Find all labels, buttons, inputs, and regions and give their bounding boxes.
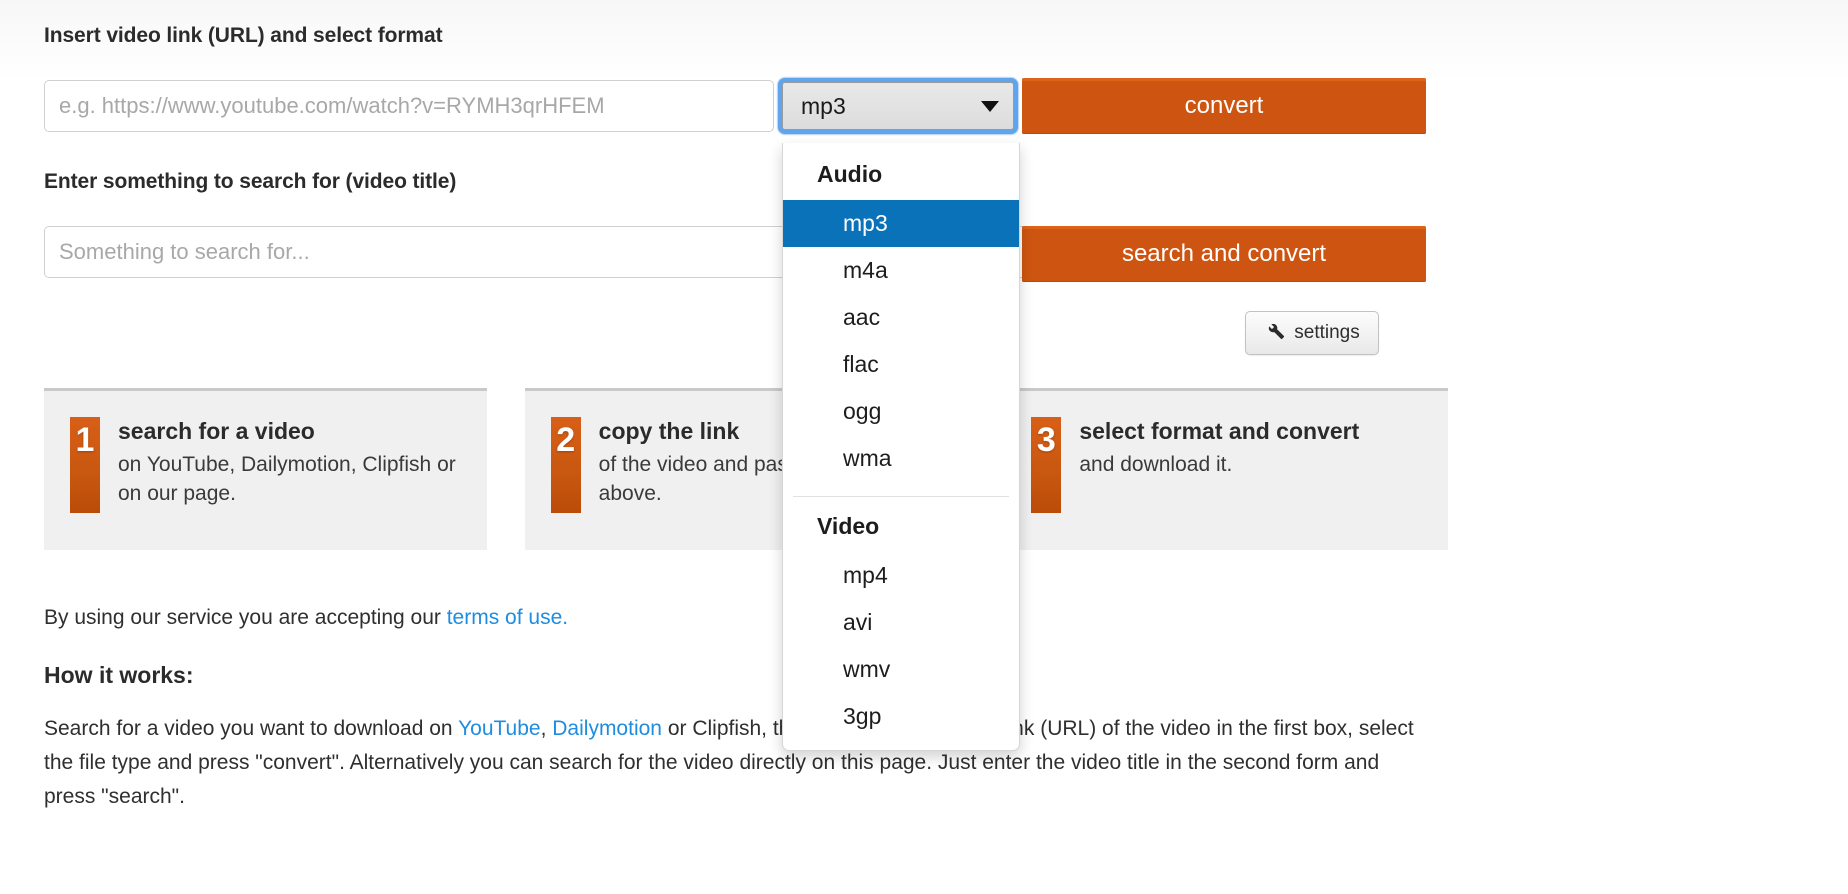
chevron-down-icon xyxy=(981,100,999,112)
dropdown-option-wma[interactable]: wma xyxy=(783,435,1019,482)
dailymotion-link[interactable]: Dailymotion xyxy=(552,717,662,740)
step-description: and download it. xyxy=(1079,453,1233,477)
dropdown-option-aac[interactable]: aac xyxy=(783,294,1019,341)
format-select-box[interactable]: mp3 xyxy=(782,82,1014,130)
video-url-input[interactable] xyxy=(44,80,774,132)
steps-row: 1 search for a video on YouTube, Dailymo… xyxy=(44,388,1449,550)
page-root: Insert video link (URL) and select forma… xyxy=(0,0,1848,894)
step-title: search for a video xyxy=(118,418,315,444)
settings-button-label: settings xyxy=(1294,322,1360,343)
how-it-works-heading: How it works: xyxy=(44,662,194,688)
terms-notice: By using our service you are accepting o… xyxy=(44,606,568,630)
wrench-icon xyxy=(1264,319,1286,347)
step-title: select format and convert xyxy=(1079,418,1360,444)
settings-button[interactable]: settings xyxy=(1245,311,1379,355)
step-number-badge: 2 xyxy=(550,417,581,513)
format-select-value: mp3 xyxy=(801,92,846,119)
dropdown-group-label-audio: Audio xyxy=(817,161,883,187)
convert-button[interactable]: convert xyxy=(1022,78,1426,134)
how-part-1: Search for a video you want to download … xyxy=(44,717,459,740)
terms-of-use-link[interactable]: terms of use. xyxy=(447,606,568,629)
how-part-2: , xyxy=(540,717,553,740)
dropdown-option-wmv[interactable]: wmv xyxy=(783,646,1019,693)
dropdown-group-separator xyxy=(793,496,1009,497)
dropdown-group-label-video: Video xyxy=(817,513,880,539)
url-form-label: Insert video link (URL) and select forma… xyxy=(44,24,443,47)
dropdown-option-3gp[interactable]: 3gp xyxy=(783,693,1019,740)
step-description: on YouTube, Dailymotion, Clipfish or on … xyxy=(118,453,456,506)
dropdown-option-ogg[interactable]: ogg xyxy=(783,388,1019,435)
step-card: 1 search for a video on YouTube, Dailymo… xyxy=(44,388,487,550)
search-form-label: Enter something to search for (video tit… xyxy=(44,170,457,193)
step-number-badge: 1 xyxy=(70,417,100,513)
dropdown-option-avi[interactable]: avi xyxy=(783,599,1019,646)
dropdown-option-m4a[interactable]: m4a xyxy=(783,247,1019,294)
dropdown-option-mp3[interactable]: mp3 xyxy=(783,200,1019,247)
format-select[interactable]: mp3 xyxy=(778,78,1018,134)
step-card: 3 select format and convert and download… xyxy=(1005,388,1449,550)
dropdown-option-mp4[interactable]: mp4 xyxy=(783,552,1019,599)
how-it-works-paragraph: Search for a video you want to download … xyxy=(44,712,1434,814)
step-number-badge: 3 xyxy=(1031,417,1062,513)
format-dropdown-list[interactable]: Audio mp3 m4a aac flac ogg wma Video mp4… xyxy=(782,143,1020,751)
search-and-convert-button[interactable]: search and convert xyxy=(1022,226,1426,282)
youtube-link[interactable]: YouTube xyxy=(458,717,541,740)
dropdown-option-flac[interactable]: flac xyxy=(783,341,1019,388)
terms-prefix: By using our service you are accepting o… xyxy=(44,606,447,629)
